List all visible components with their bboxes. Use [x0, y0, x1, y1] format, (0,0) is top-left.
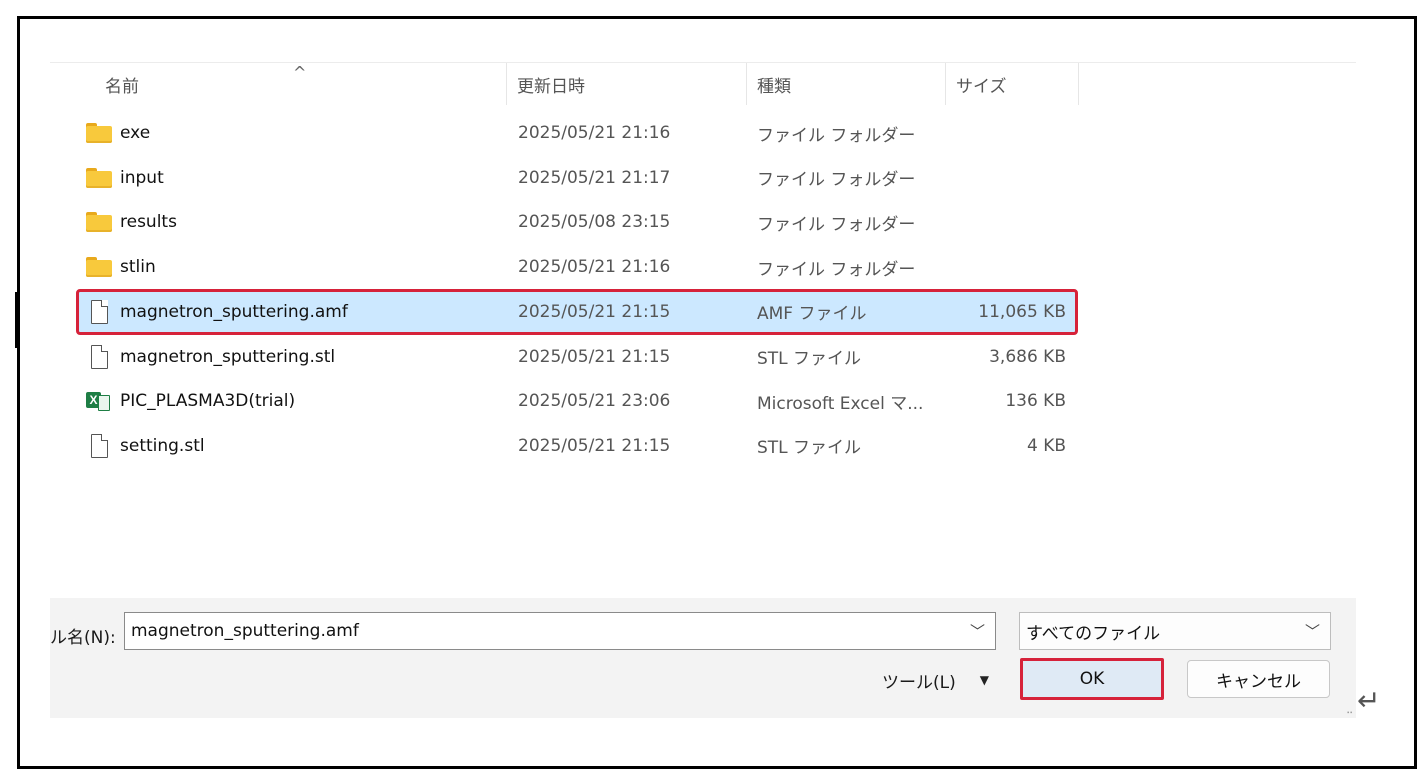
column-header: 名前 ^ 更新日時 種類 サイズ: [50, 62, 1356, 105]
file-name-cell: PIC_PLASMA3D(trial): [86, 380, 295, 422]
excel-icon: [86, 389, 112, 413]
tools-label: ツール(L): [882, 672, 956, 693]
filename-input[interactable]: magnetron_sputtering.amf ﹀: [124, 612, 996, 650]
file-name-cell: results: [86, 201, 177, 243]
file-name-cell: stlin: [86, 246, 156, 288]
return-mark-icon: ↵: [1357, 684, 1381, 717]
file-open-dialog: 名前 ^ 更新日時 種類 サイズ exe 2025/05/21 21:16 ファイル…: [50, 62, 1356, 718]
folder-icon: [86, 255, 112, 279]
filename-label: ル名(N):: [50, 627, 116, 648]
file-name-cell: exe: [86, 112, 150, 154]
file-size-cell: [958, 246, 1066, 288]
file-name-cell: input: [86, 157, 164, 199]
file-name: magnetron_sputtering.amf: [120, 301, 348, 322]
file-type-cell: AMF ファイル: [757, 304, 867, 325]
dropdown-arrow-icon: ▼: [979, 673, 989, 687]
file-date-cell: 2025/05/21 21:16: [518, 123, 671, 143]
file-name: PIC_PLASMA3D(trial): [120, 391, 296, 412]
file-type-cell: STL ファイル: [757, 438, 862, 459]
file-icon: [86, 433, 112, 458]
file-row[interactable]: results 2025/05/08 23:15 ファイル フォルダー: [78, 201, 1076, 243]
file-date-cell: 2025/05/21 21:15: [518, 346, 671, 367]
filetype-value: すべてのファイル: [1026, 623, 1161, 644]
file-size-cell: 11,065 KB: [978, 301, 1066, 322]
chevron-down-icon: ﹀: [1304, 622, 1320, 641]
file-type-cell: ファイル フォルダー: [757, 170, 916, 191]
column-type-label: 種類: [757, 76, 791, 97]
cancel-label: キャンセル: [1216, 671, 1301, 692]
file-row[interactable]: setting.stl 2025/05/21 21:15 STL ファイル 4 KB: [78, 425, 1076, 467]
file-date-cell: 2025/05/21 21:17: [518, 167, 671, 188]
file-date-cell: 2025/05/08 23:15: [518, 212, 671, 233]
column-type-header[interactable]: 種類: [747, 63, 945, 105]
file-type-cell: STL ファイル: [757, 349, 862, 369]
folder-icon: [86, 166, 112, 190]
file-type-cell: ファイル フォルダー: [757, 259, 916, 280]
file-type-cell: Microsoft Excel マ...: [757, 393, 924, 414]
tools-button[interactable]: ツール(L) ▼: [882, 660, 989, 700]
file-row[interactable]: stlin 2025/05/21 21:16 ファイル フォルダー: [78, 246, 1076, 288]
file-type-cell: ファイル フォルダー: [757, 214, 916, 235]
file-date-cell: 2025/05/21 21:16: [518, 257, 671, 278]
file-size-cell: [958, 201, 1066, 243]
file-size-cell: 4 KB: [1026, 435, 1066, 456]
column-modified-label: 更新日時: [517, 76, 585, 97]
folder-icon: [86, 210, 112, 234]
file-name: exe: [120, 123, 151, 143]
filetype-select[interactable]: すべてのファイル ﹀: [1019, 612, 1331, 650]
file-name: magnetron_sputtering.stl: [120, 346, 336, 367]
file-size-cell: 136 KB: [1005, 391, 1066, 412]
file-row-selected[interactable]: magnetron_sputtering.amf 2025/05/21 21:15…: [76, 288, 1078, 335]
sort-ascending-icon: ^: [293, 63, 307, 82]
frame-tick: [15, 292, 18, 348]
file-icon: [86, 299, 112, 324]
file-size-cell: 3,686 KB: [989, 346, 1066, 367]
file-date-cell: 2025/05/21 21:15: [518, 435, 671, 456]
column-name-label: 名前: [105, 76, 139, 97]
folder-icon: [86, 121, 112, 145]
file-size-cell: [958, 157, 1066, 199]
column-size-label: サイズ: [956, 76, 1007, 97]
dialog-footer: ル名(N): magnetron_sputtering.amf ﹀ すべてのファ…: [50, 598, 1356, 718]
file-icon: [86, 344, 112, 369]
file-row[interactable]: PIC_PLASMA3D(trial) 2025/05/21 23:06 Micro…: [78, 380, 1076, 422]
file-row[interactable]: magnetron_sputtering.stl 2025/05/21 21:15…: [78, 336, 1076, 378]
file-name: input: [120, 167, 164, 188]
ok-label: OK: [1079, 669, 1105, 689]
file-size-cell: [958, 112, 1066, 154]
cancel-button[interactable]: キャンセル: [1187, 660, 1330, 698]
chevron-down-icon[interactable]: ﹀: [970, 621, 985, 642]
file-name-cell: magnetron_sputtering.stl: [86, 336, 335, 378]
column-modified-header[interactable]: 更新日時: [507, 63, 746, 105]
column-size-header[interactable]: サイズ: [946, 63, 1078, 105]
file-name-cell: setting.stl: [86, 425, 205, 467]
file-type-cell: ファイル フォルダー: [757, 125, 916, 146]
filename-value: magnetron_sputtering.amf: [131, 621, 359, 641]
file-row[interactable]: exe 2025/05/21 21:16 ファイル フォルダー: [78, 112, 1076, 154]
ok-button[interactable]: OK: [1020, 658, 1164, 700]
file-name: setting.stl: [120, 435, 205, 456]
column-divider[interactable]: [1078, 63, 1079, 105]
resize-grip-icon[interactable]: ⠤: [1346, 706, 1353, 717]
file-date-cell: 2025/05/21 21:15: [518, 301, 671, 322]
file-row[interactable]: input 2025/05/21 21:17 ファイル フォルダー: [78, 157, 1076, 199]
file-name-cell: magnetron_sputtering.amf: [86, 291, 348, 333]
file-date-cell: 2025/05/21 23:06: [518, 391, 671, 412]
file-name: stlin: [120, 257, 156, 278]
file-name: results: [120, 212, 177, 233]
